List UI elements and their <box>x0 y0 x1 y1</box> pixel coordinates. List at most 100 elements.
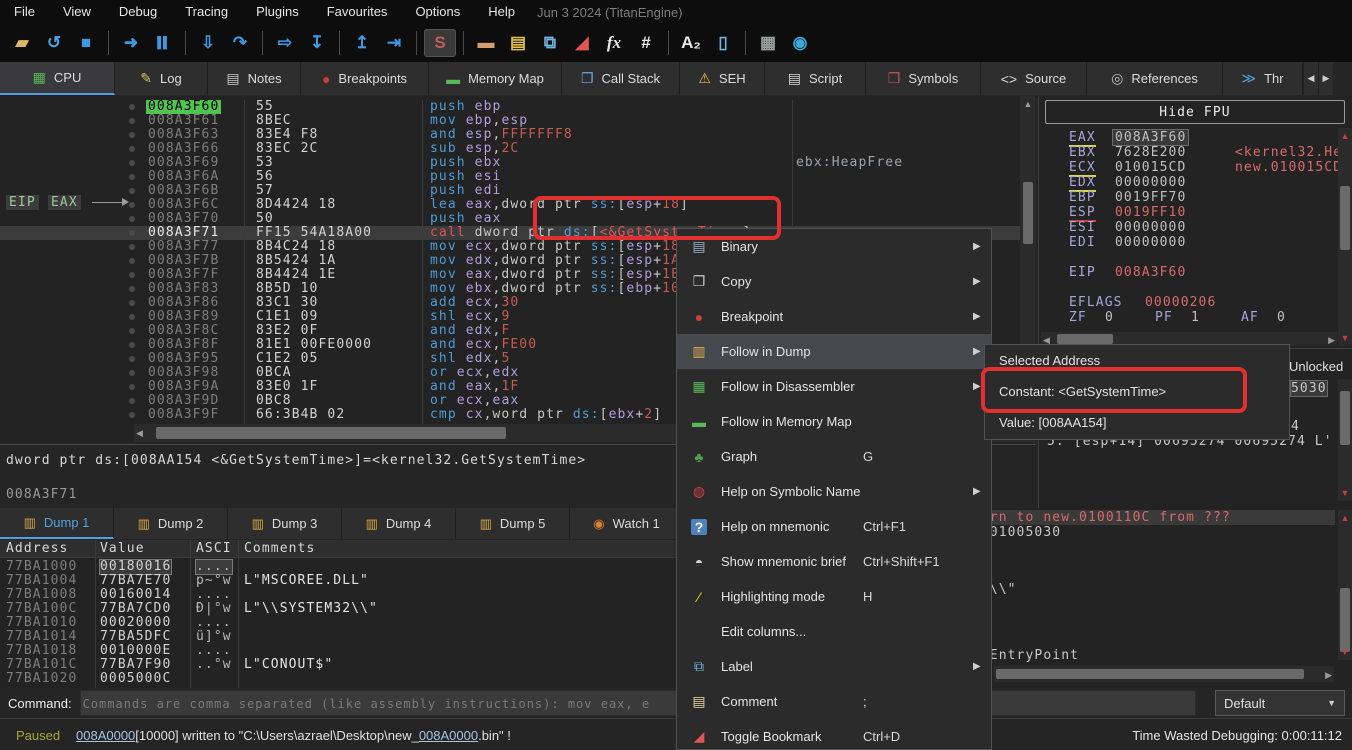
breakpoint-dot-icon[interactable] <box>129 328 135 334</box>
register-row[interactable]: EIP008A3F60 <box>1039 265 1352 280</box>
breakpoint-dot-icon[interactable] <box>129 286 135 292</box>
address-link[interactable]: 008A0000 <box>76 728 135 743</box>
tab-seh[interactable]: ⚠SEH <box>680 62 765 95</box>
menu-tracing[interactable]: Tracing <box>171 0 242 24</box>
breakpoint-dot-icon[interactable] <box>129 272 135 278</box>
menu-item-highlighting-mode[interactable]: ∕Highlighting modeH <box>677 579 991 614</box>
breakpoint-dot-icon[interactable] <box>129 356 135 362</box>
menu-item-toggle-bookmark[interactable]: ◢Toggle BookmarkCtrl+D <box>677 719 991 750</box>
register-value[interactable]: 010015CD <box>1115 160 1186 175</box>
calculator-icon[interactable]: ▦ <box>753 30 783 56</box>
disasm-row[interactable]: 008A3F618BECmov ebp,esp <box>0 114 1036 128</box>
register-value[interactable]: 00000000 <box>1115 235 1186 250</box>
register-row[interactable]: EAX008A3F60 <box>1039 130 1352 145</box>
dump-row[interactable]: 77BA100000180016.... <box>0 560 676 574</box>
run-icon[interactable]: ➜ <box>116 30 146 56</box>
register-row[interactable]: ECX010015CDnew.010015CD <box>1039 160 1352 175</box>
breakpoint-dot-icon[interactable] <box>129 300 135 306</box>
menu-item-breakpoint[interactable]: ●Breakpoint▶ <box>677 299 991 334</box>
breakpoint-dot-icon[interactable] <box>129 342 135 348</box>
step-into-swallow-icon[interactable]: ↧ <box>302 30 332 56</box>
disasm-row[interactable]: 008A3F6A56push esi <box>0 170 1036 184</box>
stack-panel[interactable]: eturn to new.0100110C from ???ew.0100503… <box>960 508 1352 688</box>
dump-row[interactable]: 77BA100477BA7E70p~°wL"MSCOREE.DLL" <box>0 574 676 588</box>
breakpoint-dot-icon[interactable] <box>129 104 135 110</box>
dump-row[interactable]: 77BA101000020000.... <box>0 616 676 630</box>
menu-help[interactable]: Help <box>474 0 529 24</box>
hide-fpu-button[interactable]: Hide FPU <box>1045 100 1345 124</box>
stack-vscrollbar[interactable]: ▲ ▼ <box>1338 510 1352 660</box>
breakpoint-dot-icon[interactable] <box>129 118 135 124</box>
dump-column-header[interactable]: ASCI <box>196 540 232 557</box>
register-value[interactable]: 00000000 <box>1115 175 1186 190</box>
calling-convention-dropdown[interactable]: Default ▼ <box>1215 690 1345 716</box>
seh-chain-icon[interactable]: S <box>424 29 456 57</box>
dump-row[interactable]: 77BA100800160014.... <box>0 588 676 602</box>
dump-row[interactable]: 77BA100C77BA7CD0Đ|°wL"\\SYSTEM32\\" <box>0 602 676 616</box>
open-file-icon[interactable]: ▰ <box>7 30 37 56</box>
breakpoint-dot-icon[interactable] <box>129 384 135 390</box>
tab-scroll-right-icon[interactable]: ▶ <box>1318 62 1333 95</box>
run-to-user-code-icon[interactable]: ⇥ <box>379 30 409 56</box>
breakpoint-dot-icon[interactable] <box>129 398 135 404</box>
register-value[interactable]: 7628E200 <box>1115 145 1186 160</box>
tab-dump-3[interactable]: ▥Dump 3 <box>228 508 342 539</box>
tab-breakpoints[interactable]: ●Breakpoints <box>301 62 429 95</box>
pause-icon[interactable]: ▌▌ <box>148 30 178 56</box>
internet-icon[interactable]: ◉ <box>785 30 815 56</box>
disasm-row[interactable]: 008A3F6C8D4424 18lea eax,dword ptr ss:[e… <box>0 198 1036 212</box>
dump-row[interactable]: 77BA101C77BA7F90..°wL"CONOUT$" <box>0 658 676 672</box>
register-row[interactable]: EBX7628E200<kernel32.He <box>1039 145 1352 160</box>
stack-row[interactable]: "C:\\" <box>963 582 1335 597</box>
address-link[interactable]: 008A0000 <box>419 728 478 743</box>
breakpoint-dot-icon[interactable] <box>129 216 135 222</box>
stop-icon[interactable]: ■ <box>71 30 101 56</box>
register-row[interactable]: EDX00000000 <box>1039 175 1352 190</box>
register-value[interactable]: 008A3F60 <box>1113 130 1188 145</box>
disasm-row[interactable]: 008A3F7050push eax <box>0 212 1036 226</box>
breakpoint-dot-icon[interactable] <box>129 314 135 320</box>
register-row[interactable]: EBP0019FF70 <box>1039 190 1352 205</box>
labels-icon[interactable]: ⧉ <box>535 30 565 56</box>
breakpoint-dot-icon[interactable] <box>129 160 135 166</box>
tab-call-stack[interactable]: ❐Call Stack <box>562 62 680 95</box>
stack-hscrollbar[interactable]: ▶ <box>994 666 1334 682</box>
menu-item-comment[interactable]: ▤Comment; <box>677 684 991 719</box>
breakpoint-dot-icon[interactable] <box>129 132 135 138</box>
dump-row[interactable]: 77BA10200005000C <box>0 672 676 686</box>
tab-notes[interactable]: ▤Notes <box>208 62 301 95</box>
dump-row[interactable]: 77BA10180010000E.... <box>0 644 676 658</box>
menu-item-help-on-symbolic-name[interactable]: ◍Help on Symbolic Name▶ <box>677 474 991 509</box>
step-over-icon[interactable]: ↷ <box>225 30 255 56</box>
tab-dump-2[interactable]: ▥Dump 2 <box>114 508 228 539</box>
menu-item-label[interactable]: ⧉Label▶ <box>677 649 991 684</box>
tab-watch-1[interactable]: ◉Watch 1 <box>570 508 684 539</box>
stack-row[interactable]: eturn to new.0100110C from ??? <box>963 510 1335 525</box>
menu-options[interactable]: Options <box>401 0 474 24</box>
tab-memory-map[interactable]: ▬Memory Map <box>429 62 562 95</box>
disasm-row[interactable]: 008A3F6B57push edi <box>0 184 1036 198</box>
disasm-row[interactable]: 008A3F6055push ebp <box>0 100 1036 114</box>
menu-favourites[interactable]: Favourites <box>313 0 402 24</box>
register-value[interactable]: 008A3F60 <box>1115 265 1186 280</box>
stack-row[interactable]: ew.01005030 <box>963 525 1335 540</box>
breakpoint-dot-icon[interactable] <box>129 244 135 250</box>
register-row[interactable] <box>1039 280 1352 295</box>
tab-script[interactable]: ▤Script <box>765 62 866 95</box>
fx-icon[interactable]: fx <box>599 30 629 56</box>
flags-row[interactable]: ZF0PF1AF0 <box>1039 310 1352 325</box>
registers-vscrollbar[interactable]: ▲ ▼ <box>1338 128 1352 346</box>
tab-log[interactable]: ✎Log <box>115 62 208 95</box>
tab-dump-1[interactable]: ▥Dump 1 <box>0 508 114 539</box>
menu-item-follow-in-disassembler[interactable]: ▦Follow in Disassembler▶ <box>677 369 991 404</box>
tab-dump-4[interactable]: ▥Dump 4 <box>342 508 456 539</box>
register-row[interactable] <box>1039 250 1352 265</box>
menu-file[interactable]: File <box>0 0 49 24</box>
assemble-icon[interactable]: A₂ <box>676 30 706 56</box>
memory-device-icon[interactable]: ▯ <box>708 30 738 56</box>
disasm-row[interactable]: 008A3F6953push ebxebx:HeapFree <box>0 156 1036 170</box>
dump-column-header[interactable]: Comments <box>244 540 315 557</box>
register-value[interactable]: 00000000 <box>1115 220 1186 235</box>
animate-into-icon[interactable]: ⇨ <box>270 30 300 56</box>
command-input[interactable] <box>80 690 1196 716</box>
